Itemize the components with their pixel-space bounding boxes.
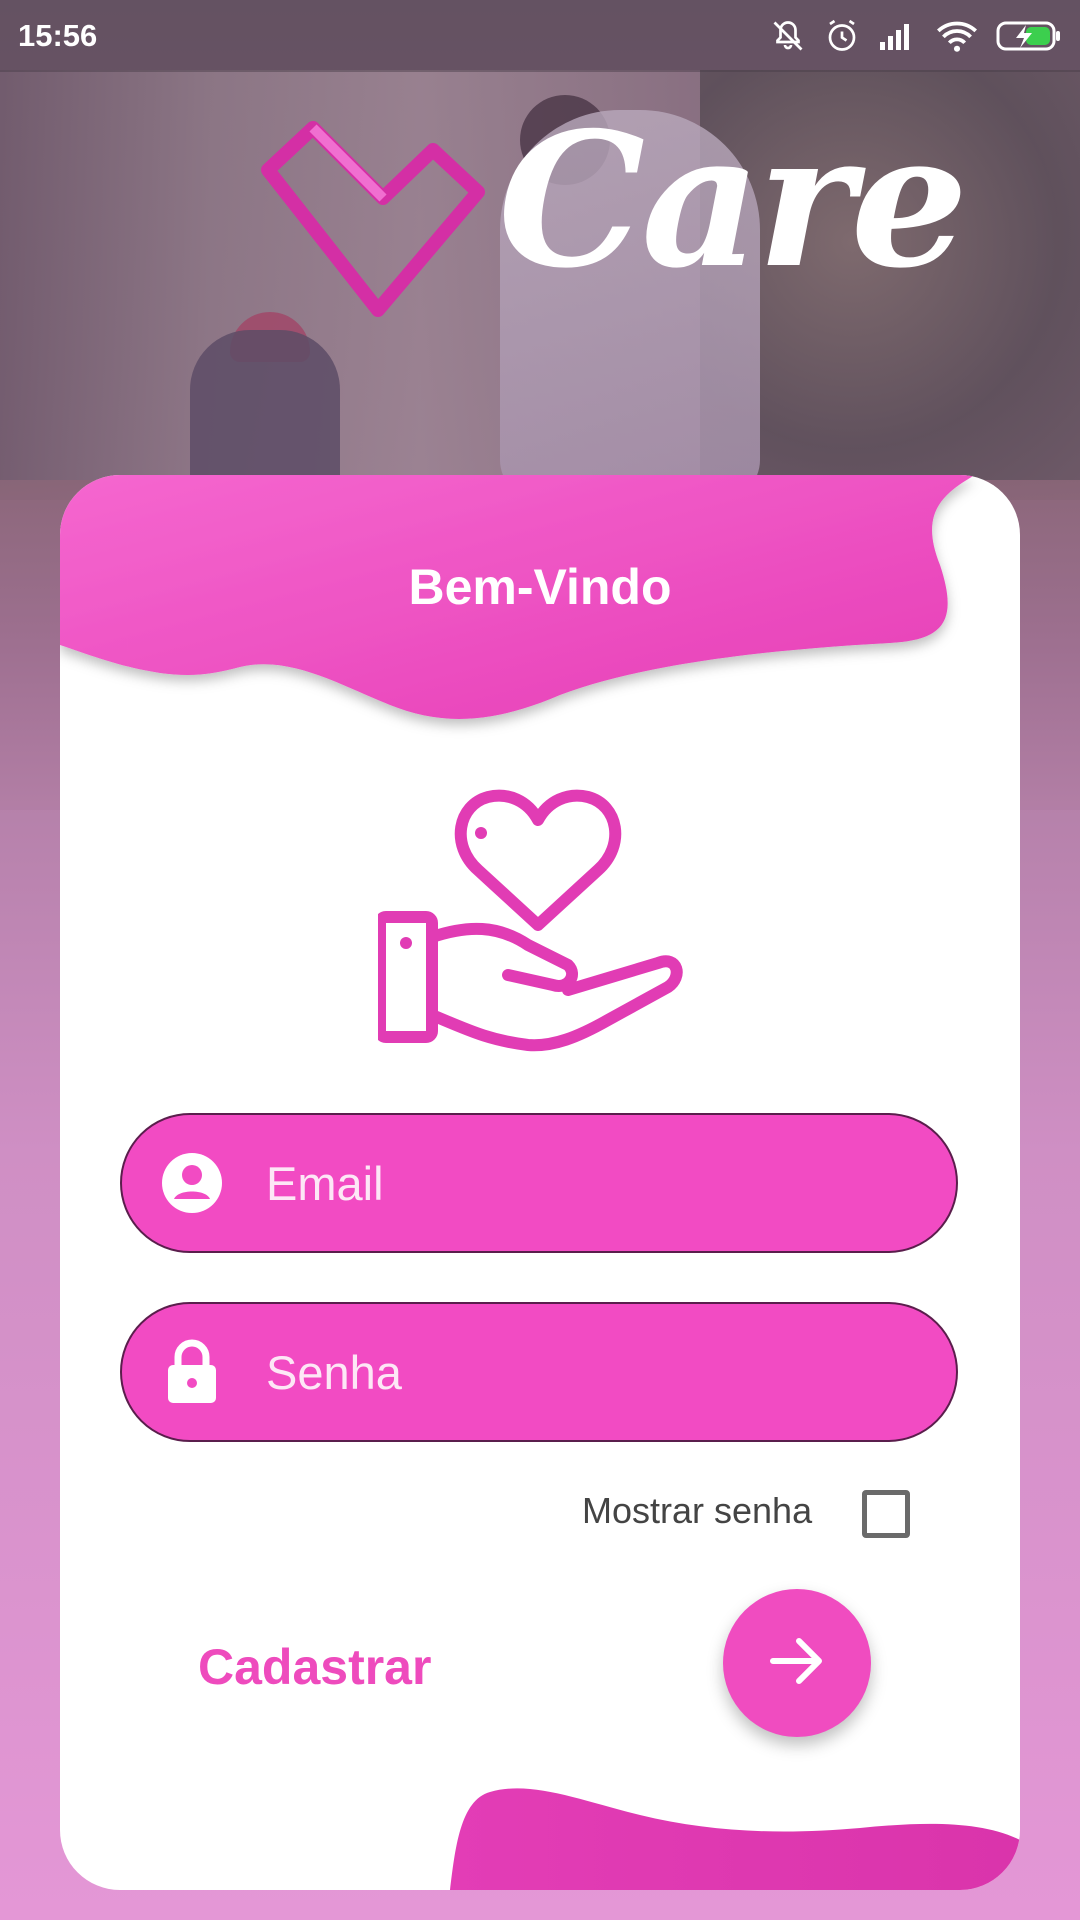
status-time: 15:56 [18,18,98,53]
register-button[interactable]: Cadastrar [198,1638,431,1696]
password-input[interactable] [264,1343,888,1401]
alarm-icon [824,18,860,54]
status-bar: 15:56 [0,0,1080,72]
login-card: Bem-Vindo Mostrar senha Cadastrar [60,475,1020,1890]
submit-button[interactable] [723,1589,871,1737]
bell-off-icon [770,18,806,54]
hand-heart-icon [374,775,708,1070]
wifi-icon [936,19,978,53]
password-field[interactable] [120,1302,958,1442]
card-title: Bem-Vindo [408,559,672,615]
status-icons [770,18,1062,54]
show-password-checkbox[interactable] [862,1490,910,1538]
heart-logo-icon [258,120,488,325]
lock-icon [160,1339,224,1404]
email-field[interactable] [120,1113,958,1253]
app-logo: Care [258,108,968,330]
battery-charging-icon [996,19,1062,53]
show-password-label: Mostrar senha [582,1490,813,1531]
arrow-right-icon [765,1629,829,1698]
user-icon [160,1151,224,1215]
card-bottom-wave [450,1788,1020,1890]
signal-icon [878,20,918,52]
logo-text: Care [498,91,968,309]
email-input[interactable] [264,1154,888,1212]
